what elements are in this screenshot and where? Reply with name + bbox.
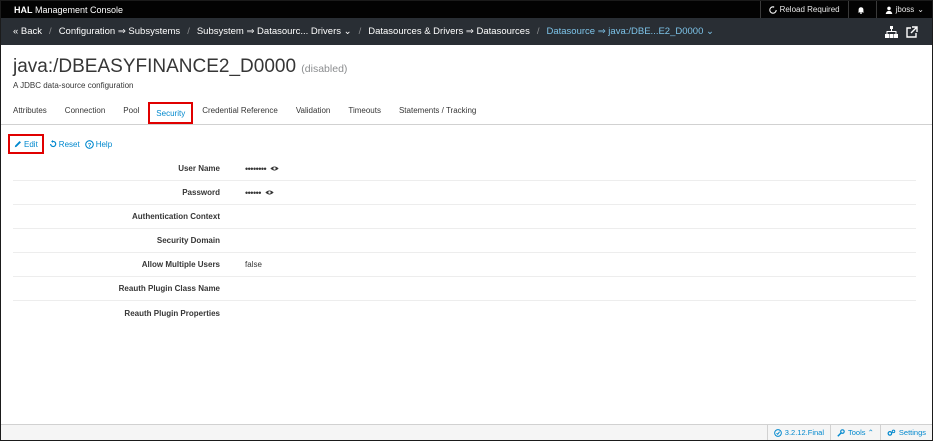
settings-link[interactable]: Settings bbox=[879, 425, 932, 440]
help-label: Help bbox=[95, 139, 113, 149]
breadcrumb-configuration[interactable]: Configuration ⇒ Subsystems bbox=[59, 26, 181, 37]
tab-credential-reference[interactable]: Credential Reference bbox=[193, 102, 287, 124]
breadcrumb-separator: / bbox=[187, 26, 190, 37]
external-link-icon[interactable] bbox=[906, 25, 918, 38]
datasource-name: java:/DBEASYFINANCE2_D0000 bbox=[13, 56, 297, 77]
tab-validation[interactable]: Validation bbox=[287, 102, 340, 124]
breadcrumb: « Back / Configuration ⇒ Subsystems / Su… bbox=[1, 18, 932, 45]
breadcrumb-subsystem[interactable]: Subsystem ⇒ Datasourc... Drivers ⌄ bbox=[197, 26, 352, 37]
wrench-icon bbox=[837, 428, 845, 437]
chevron-down-icon: ⌄ bbox=[917, 5, 924, 14]
breadcrumb-separator: / bbox=[536, 26, 540, 37]
form-actions: Edit Reset ? Help bbox=[8, 134, 117, 154]
reload-required-label: Reload Required bbox=[779, 5, 840, 14]
attribute-value: •••••• bbox=[220, 188, 274, 198]
footer-bar: 3.2.12.Final Tools ⌃ Settings bbox=[1, 424, 932, 440]
masked-value: •••••••• bbox=[245, 163, 267, 174]
help-button[interactable]: ? Help bbox=[84, 139, 113, 149]
page-title: java:/DBEASYFINANCE2_D0000 (disabled) bbox=[13, 56, 347, 78]
attribute-row-reauth-plugin-properties: Reauth Plugin Properties bbox=[13, 301, 916, 325]
attribute-row-password: Password •••••• bbox=[13, 181, 916, 205]
attribute-label: Allow Multiple Users bbox=[141, 260, 220, 269]
sitemap-icon[interactable] bbox=[885, 25, 898, 38]
masked-value: •••••• bbox=[245, 187, 261, 198]
edit-button[interactable]: Edit bbox=[8, 134, 44, 154]
attribute-list: User Name •••••••• Password •••••• Authe… bbox=[13, 157, 916, 325]
version-link[interactable]: 3.2.12.Final bbox=[766, 425, 830, 440]
breadcrumb-datasources[interactable]: Datasources & Drivers ⇒ Datasources bbox=[368, 26, 530, 37]
reload-required-button[interactable]: Reload Required bbox=[759, 1, 848, 18]
tools-label: Tools ⌃ bbox=[848, 428, 874, 437]
eye-icon[interactable] bbox=[270, 165, 279, 172]
tab-attributes[interactable]: Attributes bbox=[13, 102, 56, 124]
tab-pool[interactable]: Pool bbox=[114, 102, 148, 124]
user-menu[interactable]: jboss ⌄ bbox=[875, 1, 932, 18]
attribute-row-security-domain: Security Domain bbox=[13, 229, 916, 253]
edit-label: Edit bbox=[24, 139, 38, 149]
attribute-label: Password bbox=[182, 188, 220, 197]
top-bar: HAL Management Console Reload Required j… bbox=[1, 1, 932, 18]
attribute-label: Security Domain bbox=[156, 236, 220, 245]
pencil-icon bbox=[14, 141, 21, 148]
app-brand: HAL Management Console bbox=[1, 5, 123, 15]
attribute-row-user-name: User Name •••••••• bbox=[13, 157, 916, 181]
status-badge: (disabled) bbox=[301, 63, 348, 75]
brand-name: Management Console bbox=[32, 4, 124, 15]
user-icon bbox=[885, 6, 892, 14]
page-description: A JDBC data-source configuration bbox=[13, 81, 134, 90]
notifications-button[interactable] bbox=[847, 1, 876, 18]
tab-timeouts[interactable]: Timeouts bbox=[339, 102, 390, 124]
back-link[interactable]: « Back bbox=[13, 26, 42, 37]
undo-icon bbox=[49, 140, 57, 148]
gears-icon bbox=[887, 429, 896, 436]
attribute-label: Authentication Context bbox=[132, 212, 220, 221]
tab-connection[interactable]: Connection bbox=[56, 102, 114, 124]
version-label: 3.2.12.Final bbox=[784, 428, 824, 437]
breadcrumb-datasource-selector[interactable]: Datasource ⇒ java:/DBE...E2_D0000 ⌄ bbox=[546, 26, 713, 37]
attribute-label: Reauth Plugin Class Name bbox=[118, 284, 220, 293]
attribute-row-reauth-plugin-class-name: Reauth Plugin Class Name bbox=[13, 277, 916, 301]
brand-bold: HAL bbox=[14, 4, 33, 15]
attribute-row-allow-multiple-users: Allow Multiple Users false bbox=[13, 253, 916, 277]
tab-bar: Attributes Connection Pool Security Cred… bbox=[1, 102, 932, 125]
eye-icon[interactable] bbox=[265, 189, 274, 196]
tools-menu[interactable]: Tools ⌃ bbox=[830, 425, 880, 440]
reset-button[interactable]: Reset bbox=[49, 140, 80, 149]
bell-icon bbox=[857, 6, 864, 14]
tab-statements-tracking[interactable]: Statements / Tracking bbox=[390, 102, 485, 124]
reset-label: Reset bbox=[58, 139, 80, 149]
svg-text:?: ? bbox=[87, 142, 91, 148]
settings-label: Settings bbox=[898, 428, 926, 437]
attribute-value: •••••••• bbox=[220, 164, 279, 174]
attribute-label: User Name bbox=[178, 164, 220, 173]
info-icon bbox=[773, 428, 782, 437]
breadcrumb-separator: / bbox=[49, 26, 52, 37]
reload-icon bbox=[768, 5, 777, 14]
attribute-value: false bbox=[245, 260, 262, 269]
tab-security[interactable]: Security bbox=[148, 102, 194, 124]
attribute-label: Reauth Plugin Properties bbox=[124, 308, 220, 318]
help-icon: ? bbox=[84, 139, 94, 148]
attribute-row-authentication-context: Authentication Context bbox=[13, 205, 916, 229]
breadcrumb-separator: / bbox=[358, 26, 362, 37]
user-name: jboss bbox=[895, 5, 915, 14]
